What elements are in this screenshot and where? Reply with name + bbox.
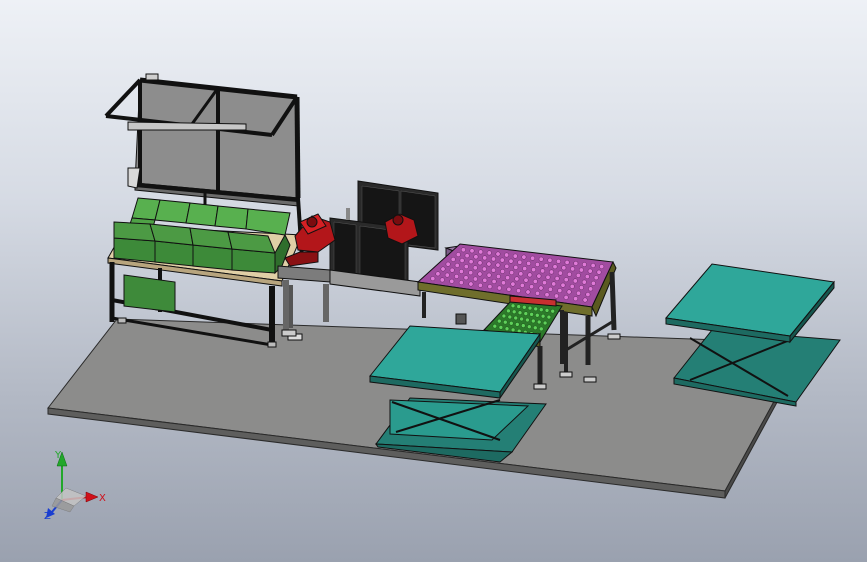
cad-assembly-view[interactable]: Y X Z — [0, 0, 867, 562]
graphics-viewport[interactable]: Y X Z — [0, 0, 867, 562]
triad-x-label: X — [99, 493, 106, 504]
scissor-lift-right[interactable] — [665, 263, 841, 407]
reference-triad[interactable]: Y X Z — [44, 450, 106, 522]
triad-y-label: Y — [54, 450, 62, 461]
triad-z-label: Z — [44, 511, 51, 522]
